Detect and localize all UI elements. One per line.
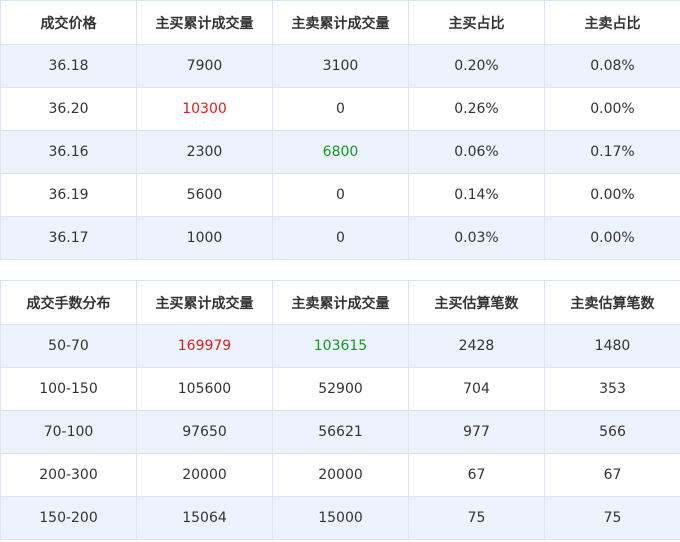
table-row: 36.20 10300 0 0.26% 0.00%: [0, 87, 680, 131]
table-cell: 0.06%: [408, 130, 545, 174]
table-cell: 2428: [408, 324, 545, 368]
table-row: 36.18 7900 3100 0.20% 0.08%: [0, 44, 680, 88]
table-cell: 20000: [272, 453, 409, 497]
lot-table-body: 50-70 169979 103615 2428 1480 100-150 10…: [0, 324, 680, 540]
table-row: 36.19 5600 0 0.14% 0.00%: [0, 173, 680, 217]
table-spacer: [0, 260, 680, 280]
table-cell: 105600: [136, 367, 273, 411]
table-row: 36.16 2300 6800 0.06% 0.17%: [0, 130, 680, 174]
table-cell: 2300: [136, 130, 273, 174]
table-row: 50-70 169979 103615 2428 1480: [0, 324, 680, 368]
table-cell: 353: [544, 367, 680, 411]
header-lot-size-range: 成交手数分布: [0, 280, 137, 325]
table-cell: 0.08%: [544, 44, 680, 88]
table-cell: 150-200: [0, 496, 137, 540]
table-cell: 977: [408, 410, 545, 454]
price-table-body: 36.18 7900 3100 0.20% 0.08% 36.20 10300 …: [0, 44, 680, 260]
price-table-header-row: 成交价格 主买累计成交量 主卖累计成交量 主买占比 主卖占比: [0, 0, 680, 45]
table-cell: 36.16: [0, 130, 137, 174]
header-active-sell-trade-count: 主卖估算笔数: [544, 280, 680, 325]
table-cell: 15000: [272, 496, 409, 540]
table-row: 200-300 20000 20000 67 67: [0, 453, 680, 497]
lot-table-header-row: 成交手数分布 主买累计成交量 主卖累计成交量 主买估算笔数 主卖估算笔数: [0, 280, 680, 325]
price-distribution-table: 成交价格 主买累计成交量 主卖累计成交量 主买占比 主卖占比 36.18 790…: [0, 0, 680, 260]
table-row: 70-100 97650 56621 977 566: [0, 410, 680, 454]
table-row: 150-200 15064 15000 75 75: [0, 496, 680, 540]
table-cell: 0: [272, 216, 409, 260]
table-cell: 67: [544, 453, 680, 497]
table-cell: 5600: [136, 173, 273, 217]
header-active-buy-volume: 主买累计成交量: [136, 280, 273, 325]
table-cell: 0.20%: [408, 44, 545, 88]
table-cell: 20000: [136, 453, 273, 497]
table-cell: 200-300: [0, 453, 137, 497]
table-cell: 75: [408, 496, 545, 540]
table-cell: 70-100: [0, 410, 137, 454]
table-cell: 6800: [272, 130, 409, 174]
table-cell: 36.17: [0, 216, 137, 260]
table-cell: 0.03%: [408, 216, 545, 260]
header-active-sell-volume: 主卖累计成交量: [272, 280, 409, 325]
table-cell: 0: [272, 87, 409, 131]
table-row: 100-150 105600 52900 704 353: [0, 367, 680, 411]
table-cell: 3100: [272, 44, 409, 88]
table-cell: 50-70: [0, 324, 137, 368]
table-cell: 169979: [136, 324, 273, 368]
table-cell: 1000: [136, 216, 273, 260]
table-cell: 7900: [136, 44, 273, 88]
table-cell: 52900: [272, 367, 409, 411]
table-cell: 56621: [272, 410, 409, 454]
table-cell: 36.18: [0, 44, 137, 88]
table-row: 36.17 1000 0 0.03% 0.00%: [0, 216, 680, 260]
table-cell: 36.20: [0, 87, 137, 131]
table-cell: 36.19: [0, 173, 137, 217]
table-cell: 15064: [136, 496, 273, 540]
header-active-buy-ratio: 主买占比: [408, 0, 545, 45]
table-cell: 1480: [544, 324, 680, 368]
table-cell: 97650: [136, 410, 273, 454]
header-active-buy-volume: 主买累计成交量: [136, 0, 273, 45]
table-cell: 0.17%: [544, 130, 680, 174]
table-cell: 0.00%: [544, 216, 680, 260]
header-active-buy-trade-count: 主买估算笔数: [408, 280, 545, 325]
table-cell: 704: [408, 367, 545, 411]
table-cell: 100-150: [0, 367, 137, 411]
table-cell: 103615: [272, 324, 409, 368]
table-cell: 67: [408, 453, 545, 497]
table-cell: 0.14%: [408, 173, 545, 217]
table-cell: 0.00%: [544, 173, 680, 217]
table-cell: 75: [544, 496, 680, 540]
header-active-sell-volume: 主卖累计成交量: [272, 0, 409, 45]
table-cell: 10300: [136, 87, 273, 131]
lot-size-distribution-table: 成交手数分布 主买累计成交量 主卖累计成交量 主买估算笔数 主卖估算笔数 50-…: [0, 280, 680, 540]
table-cell: 0.26%: [408, 87, 545, 131]
header-trade-price: 成交价格: [0, 0, 137, 45]
table-cell: 566: [544, 410, 680, 454]
table-cell: 0: [272, 173, 409, 217]
header-active-sell-ratio: 主卖占比: [544, 0, 680, 45]
table-cell: 0.00%: [544, 87, 680, 131]
